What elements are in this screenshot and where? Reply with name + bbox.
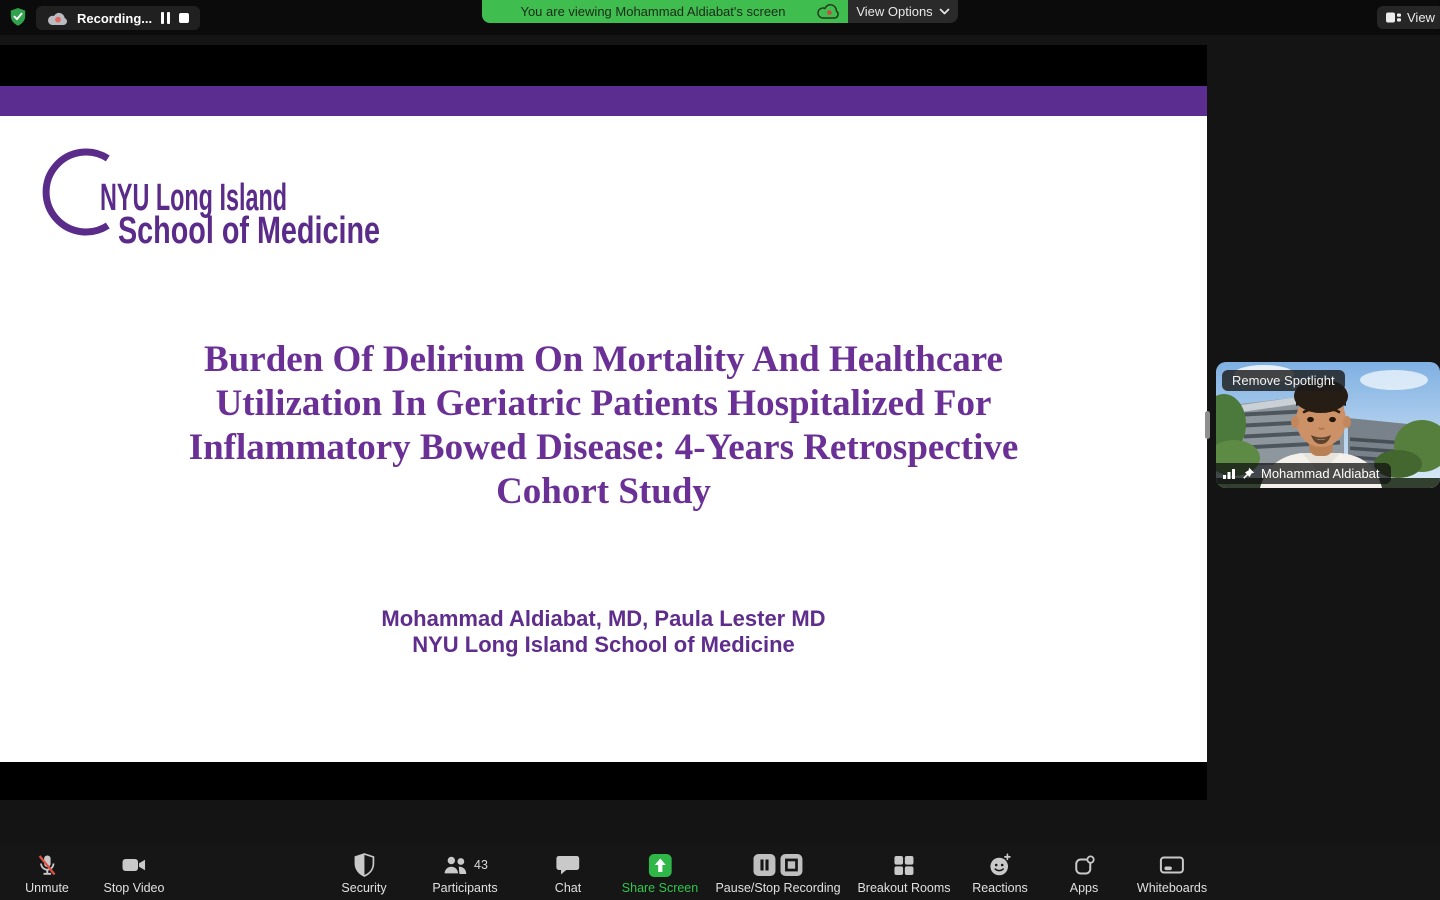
view-layout-icon: [1386, 11, 1401, 24]
slide-title-line: Cohort Study: [496, 471, 711, 512]
affiliation-line: NYU Long Island School of Medicine: [412, 632, 795, 657]
meeting-security-shield-icon[interactable]: [8, 7, 28, 27]
stop-recording-toolbar-icon[interactable]: [780, 854, 803, 876]
viewing-banner-message: You are viewing Mohammad Aldiabat's scre…: [482, 0, 848, 23]
stop-video-button[interactable]: Stop Video: [104, 852, 165, 895]
viewing-banner: You are viewing Mohammad Aldiabat's scre…: [482, 0, 958, 23]
meeting-toolbar: Unmute Stop Video Security 43 Participan…: [0, 845, 1440, 900]
slide-title-line: Inflammatory Bowed Disease: 4-Years Retr…: [188, 427, 1019, 468]
pause-stop-recording-button[interactable]: Pause/Stop Recording: [715, 852, 841, 895]
share-screen-button[interactable]: Share Screen: [622, 852, 698, 895]
whiteboard-icon: [1137, 852, 1207, 878]
chat-bubble-icon: [555, 852, 581, 878]
share-screen-icon: [622, 852, 698, 878]
microphone-muted-icon: [25, 852, 69, 878]
pause-recording-icon[interactable]: [161, 12, 171, 24]
security-button[interactable]: Security: [341, 852, 387, 895]
logo-line2: School of Medicine: [118, 210, 380, 251]
tile-drag-handle[interactable]: [1205, 411, 1210, 439]
participant-name-tag: Mohammad Aldiabat: [1216, 463, 1391, 484]
view-options-button[interactable]: View Options: [848, 0, 958, 23]
security-shield-icon: [341, 852, 386, 878]
breakout-rooms-button[interactable]: Breakout Rooms: [857, 852, 951, 895]
authors-line: Mohammad Aldiabat, MD, Paula Lester MD: [381, 606, 826, 631]
view-button[interactable]: View: [1377, 6, 1440, 29]
participant-video-tile[interactable]: Remove Spotlight Mohammad Aldiabat: [1216, 362, 1440, 488]
stop-recording-icon[interactable]: [179, 13, 190, 23]
cloud-recording-icon: [47, 11, 68, 26]
signal-strength-icon: [1223, 468, 1236, 479]
recording-indicator: Recording...: [36, 6, 201, 30]
reactions-button[interactable]: Reactions: [972, 852, 1028, 895]
pause-recording-toolbar-icon[interactable]: [753, 854, 776, 876]
chevron-down-icon: [939, 8, 950, 15]
pin-icon: [1242, 467, 1255, 480]
whiteboards-button[interactable]: Whiteboards: [1137, 852, 1207, 895]
slide-title-line: Burden Of Delirium On Mortality And Heal…: [204, 339, 1003, 380]
participant-name: Mohammad Aldiabat: [1261, 466, 1380, 481]
participants-icon: [442, 854, 469, 876]
slide-title-line: Utilization In Geriatric Patients Hospit…: [215, 383, 992, 424]
participants-button[interactable]: 43 Participants: [432, 852, 498, 895]
participants-count: 43: [474, 858, 488, 872]
video-camera-icon: [104, 852, 165, 878]
nyu-logo: NYU Long Island School of Medicine: [42, 146, 392, 256]
recording-label: Recording...: [77, 10, 153, 26]
top-bar: Recording... You are viewing Mohammad Al…: [0, 0, 1440, 35]
presentation-slide: NYU Long Island School of Medicine Burde…: [0, 116, 1207, 762]
slide-purple-band: [0, 86, 1207, 116]
cloud-status-icon: [817, 3, 841, 25]
breakout-rooms-icon: [857, 852, 950, 878]
apps-icon: [1070, 852, 1099, 878]
zoom-meeting-window: Recording... You are viewing Mohammad Al…: [0, 0, 1440, 900]
apps-button[interactable]: Apps: [1070, 852, 1099, 895]
chat-button[interactable]: Chat: [555, 852, 581, 895]
slide-authors: Mohammad Aldiabat, MD, Paula Lester MD N…: [0, 606, 1207, 658]
viewing-banner-text: You are viewing Mohammad Aldiabat's scre…: [520, 4, 786, 19]
slide-title: Burden Of Delirium On Mortality And Heal…: [0, 338, 1207, 514]
unmute-button[interactable]: Unmute: [25, 852, 69, 895]
remove-spotlight-button[interactable]: Remove Spotlight: [1222, 370, 1345, 391]
shared-screen-area: NYU Long Island School of Medicine Burde…: [0, 45, 1207, 800]
reactions-smiley-icon: [972, 852, 1028, 878]
